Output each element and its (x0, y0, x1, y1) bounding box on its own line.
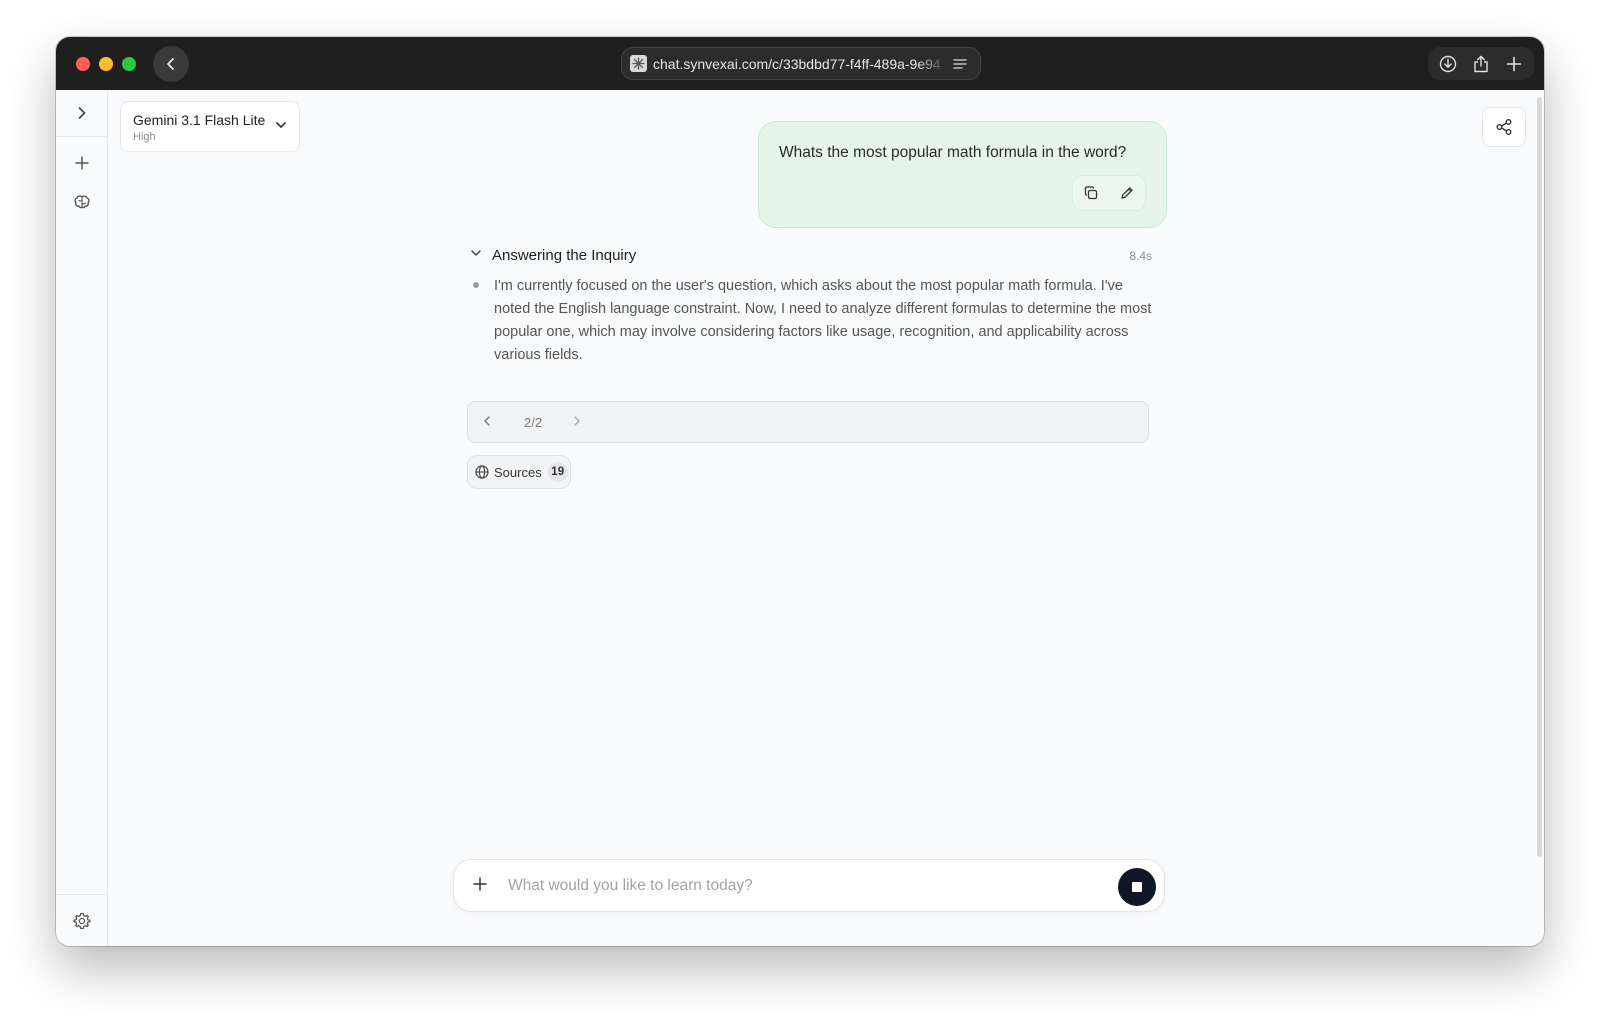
toolbar-actions (1428, 47, 1534, 80)
bullet-dot (473, 282, 479, 288)
plus-icon (75, 156, 89, 170)
close-window-button[interactable] (76, 57, 90, 71)
user-message-bubble: Whats the most popular math formula in t… (758, 121, 1167, 228)
thinking-header[interactable]: Answering the Inquiry 8.4s (470, 245, 1152, 267)
address-bar[interactable]: chat.synvexai.com/c/33bdbd77-f4ff-489a-9… (621, 47, 981, 80)
new-tab-plus-icon[interactable] (1502, 52, 1526, 76)
maximize-window-button[interactable] (122, 57, 136, 71)
thinking-time: 8.4s (1129, 249, 1152, 263)
stop-generation-button[interactable] (1118, 868, 1156, 906)
sources-button[interactable]: Sources 19 (467, 455, 571, 489)
model-effort: High (133, 131, 156, 143)
reader-mode-icon[interactable] (953, 58, 967, 70)
browser-toolbar: chat.synvexai.com/c/33bdbd77-f4ff-489a-9… (56, 37, 1544, 90)
share-nodes-icon (1496, 119, 1512, 135)
response-count: 2/2 (524, 415, 543, 430)
message-actions (1072, 175, 1146, 211)
settings-button[interactable] (56, 894, 108, 946)
plus-icon (473, 877, 487, 891)
copy-icon[interactable] (1078, 180, 1104, 206)
chevron-down-icon (275, 120, 287, 130)
brain-icon (74, 195, 90, 209)
share-icon[interactable] (1469, 52, 1493, 76)
gear-icon (73, 912, 91, 929)
message-composer (453, 859, 1165, 912)
brain-button[interactable] (56, 185, 108, 219)
sidebar-toggle[interactable] (56, 90, 107, 137)
back-button[interactable] (153, 46, 189, 82)
next-response-button[interactable] (572, 414, 582, 428)
chevron-down-icon (470, 248, 482, 258)
download-icon[interactable] (1436, 52, 1460, 76)
chevron-right-icon (78, 107, 85, 119)
chevron-left-icon (484, 416, 490, 426)
response-pager: 2/2 (467, 401, 1149, 443)
attach-button[interactable] (472, 876, 488, 892)
thinking-text: I'm currently focused on the user's ques… (494, 278, 1152, 363)
previous-response-button[interactable] (482, 414, 492, 428)
minimize-window-button[interactable] (99, 57, 113, 71)
message-input[interactable] (508, 872, 1098, 900)
scrollbar[interactable] (1537, 97, 1542, 857)
user-message-text: Whats the most popular math formula in t… (779, 144, 1127, 161)
browser-window: chat.synvexai.com/c/33bdbd77-f4ff-489a-9… (56, 37, 1544, 946)
model-selector[interactable]: Gemini 3.1 Flash Lite High (120, 101, 300, 152)
sources-count: 19 (547, 462, 568, 482)
share-conversation-button[interactable] (1482, 107, 1526, 147)
model-name: Gemini 3.1 Flash Lite (133, 112, 266, 128)
stop-icon (1132, 882, 1142, 892)
sources-label: Sources (494, 464, 542, 480)
new-chat-button[interactable] (56, 146, 108, 180)
url-text: chat.synvexai.com/c/33bdbd77-f4ff-489a-9… (653, 55, 941, 72)
sidebar (56, 90, 108, 946)
chevron-right-icon (574, 416, 580, 426)
pencil-icon[interactable] (1114, 180, 1140, 206)
thinking-title: Answering the Inquiry (492, 247, 637, 264)
globe-icon (475, 465, 489, 479)
chevron-left-icon (167, 58, 174, 70)
site-favicon-icon (630, 55, 647, 72)
